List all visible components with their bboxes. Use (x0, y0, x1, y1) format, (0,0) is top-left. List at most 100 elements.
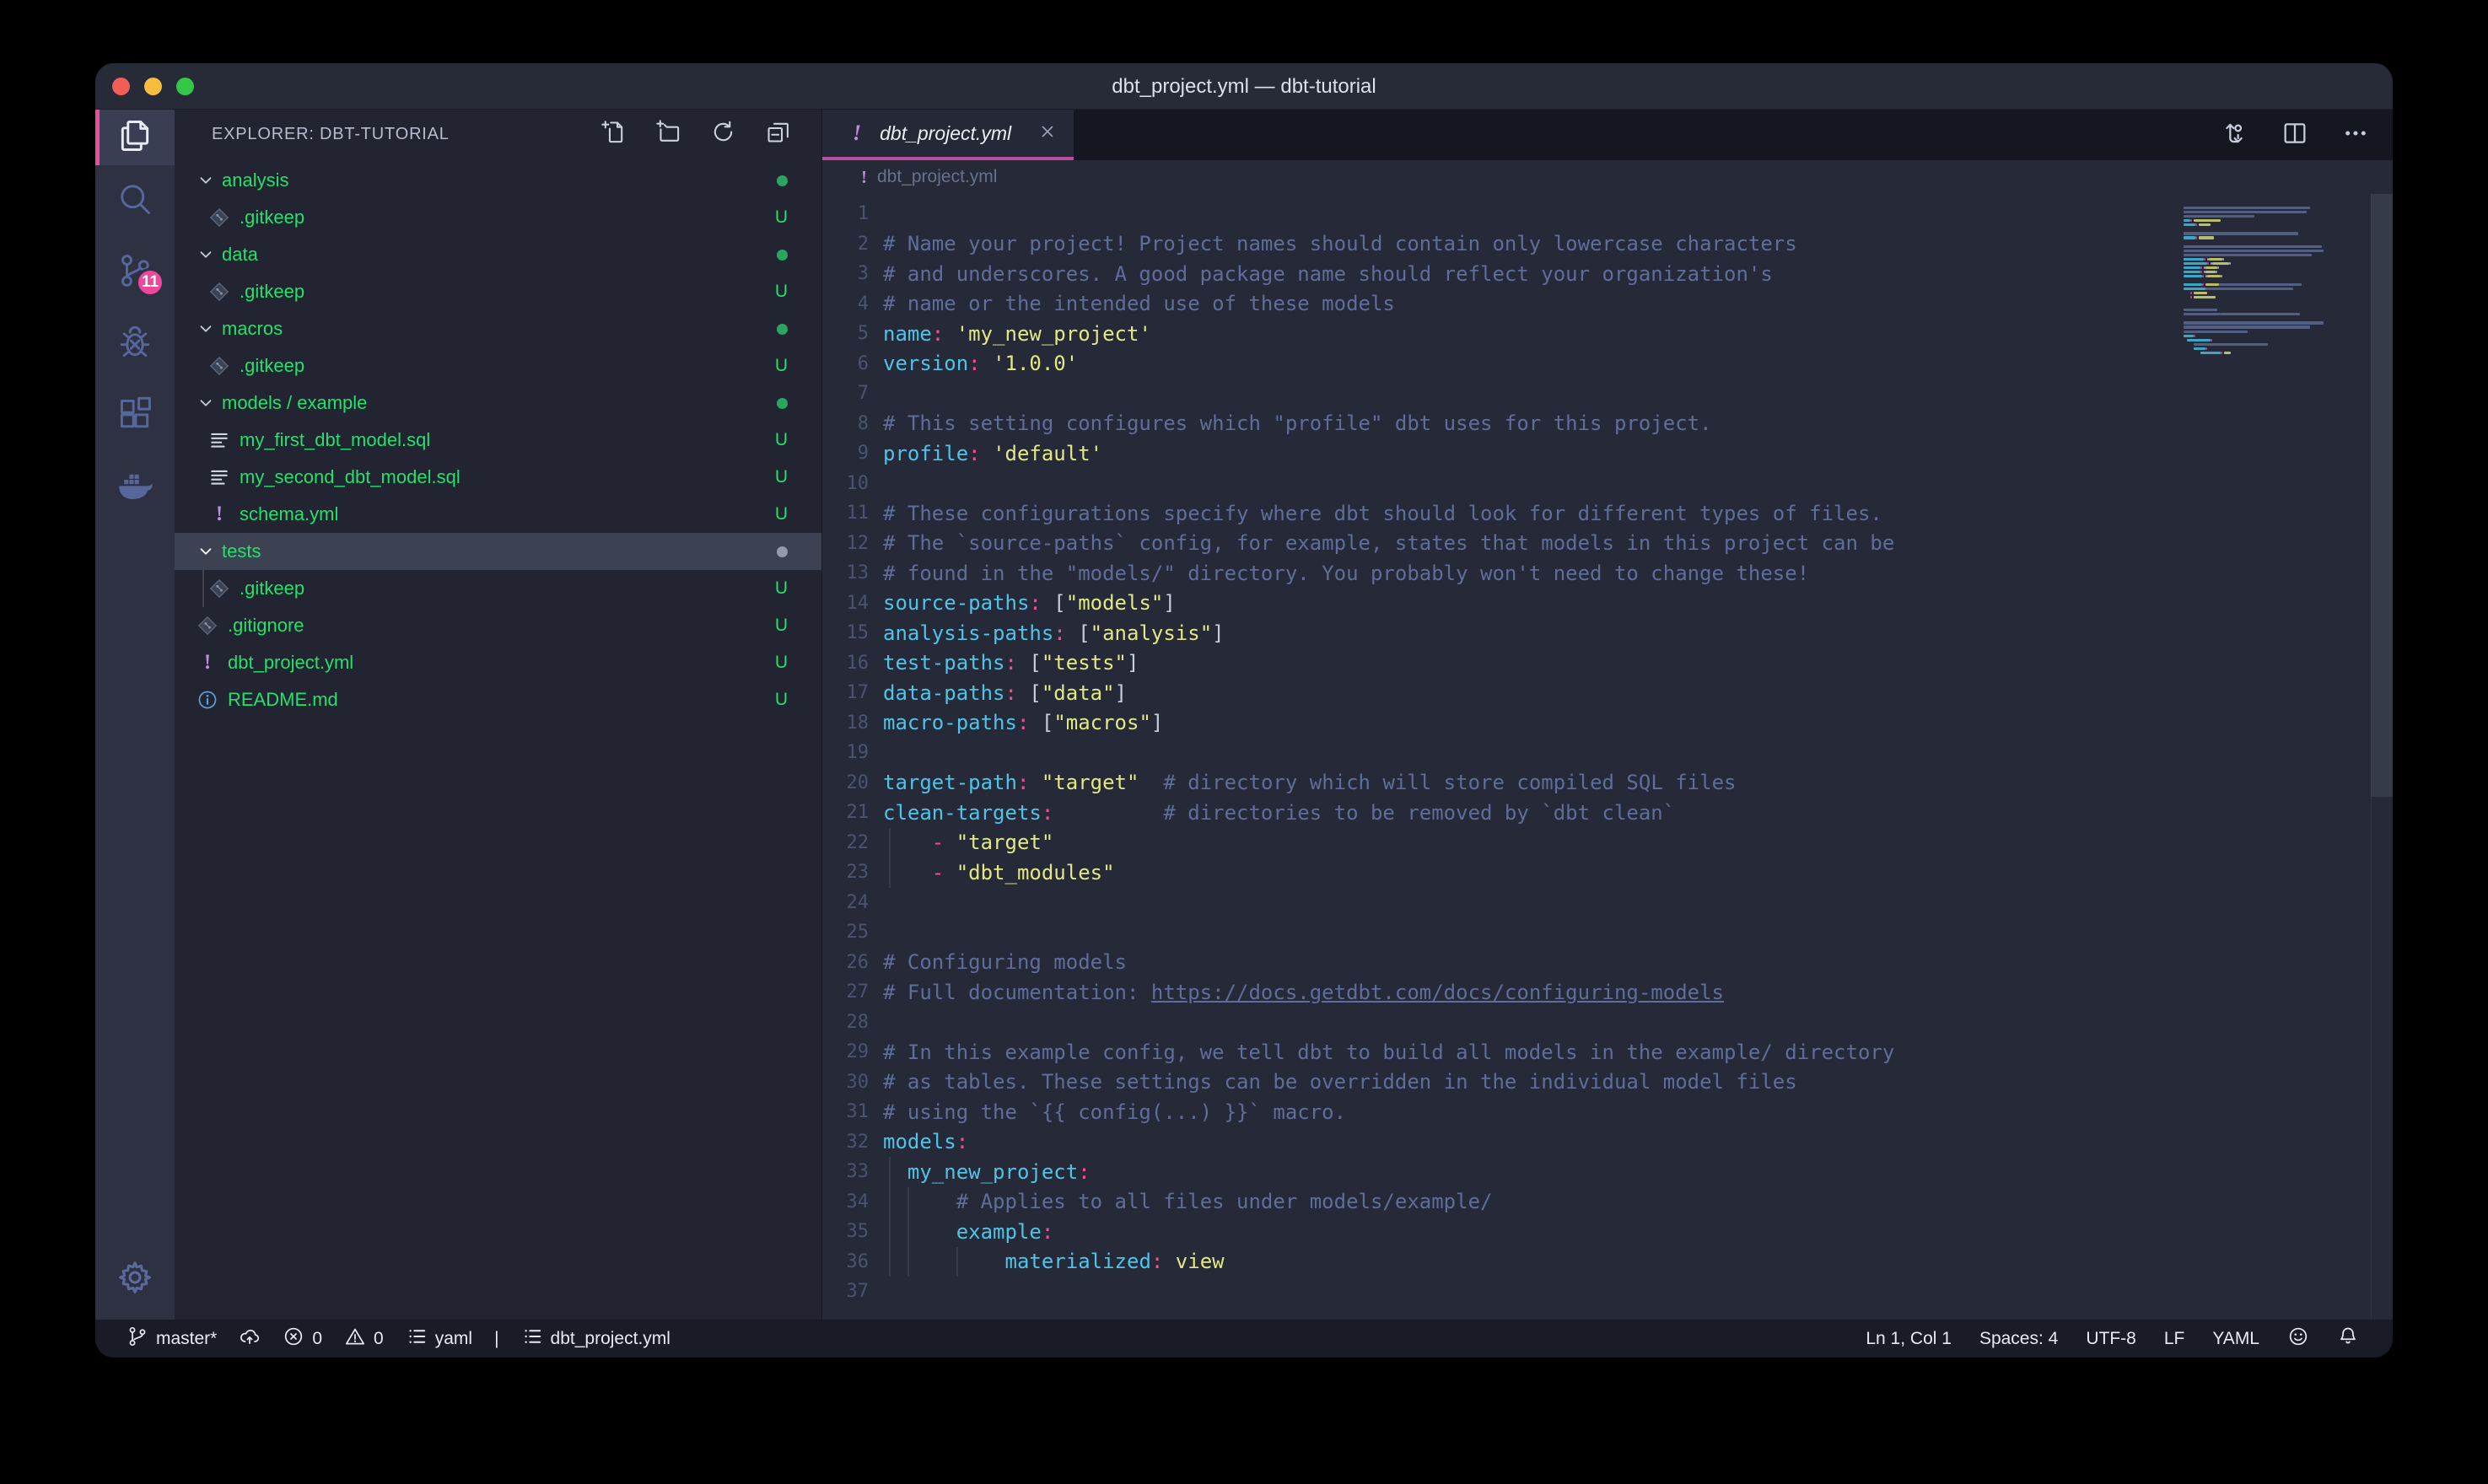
activitybar-item-docker[interactable] (95, 452, 175, 524)
chevron-down-icon (197, 171, 215, 190)
status-dbt-project-yml[interactable]: dbt_project.yml (521, 1325, 670, 1352)
line-number: 30 (822, 1072, 869, 1093)
tree-item--gitignore[interactable]: .gitignoreU (175, 607, 821, 644)
tree-item-schema-yml[interactable]: !schema.ymlU (175, 496, 821, 533)
tree-item--gitkeep[interactable]: .gitkeepU (175, 570, 821, 607)
status-0[interactable]: 0 (283, 1325, 322, 1352)
line-number: 7 (822, 383, 869, 404)
line-number: 3 (822, 263, 869, 284)
yaml-warning-icon: ! (208, 503, 230, 525)
chevron-down-icon (197, 394, 215, 412)
status-yaml[interactable]: yaml (406, 1325, 472, 1352)
status-master[interactable]: master* (127, 1325, 217, 1352)
refresh-icon[interactable] (710, 119, 736, 149)
activitybar-item-source-control[interactable]: 11 (95, 237, 175, 309)
code-editor[interactable]: 1 2# Name your project! Project names sho… (822, 194, 2393, 1320)
tree-item-my-second-dbt-model-sql[interactable]: my_second_dbt_model.sqlU (175, 459, 821, 496)
bell-icon (2337, 1325, 2359, 1352)
status-label: yaml (435, 1329, 472, 1349)
activitybar-item-extensions[interactable] (95, 380, 175, 452)
new-folder-icon[interactable] (655, 119, 681, 149)
code-line-3: 3# and underscores. A good package name … (822, 259, 2393, 289)
line-number: 6 (822, 353, 869, 374)
breadcrumb[interactable]: ! dbt_project.yml (822, 160, 2393, 194)
status-lf[interactable]: LF (2164, 1329, 2185, 1349)
title-bar: dbt_project.yml — dbt-tutorial (95, 63, 2393, 110)
line-number: 23 (822, 862, 869, 883)
tree-item-label: analysis (222, 169, 288, 191)
tab-dbt-project-yml[interactable]: ! dbt_project.yml (822, 110, 1074, 160)
tree-item--gitkeep[interactable]: .gitkeepU (175, 273, 821, 310)
indent-guide (889, 828, 891, 888)
status-label: | (494, 1329, 498, 1349)
activitybar-item-debug[interactable] (95, 309, 175, 380)
collapse-all-icon[interactable] (765, 119, 791, 149)
yaml-warning-icon: ! (861, 167, 867, 188)
activitybar-item-search[interactable] (95, 165, 175, 237)
tree-item-label: my_second_dbt_model.sql (240, 466, 460, 488)
doc-link[interactable]: https://docs.getdbt.com/docs/configuring… (1151, 981, 1724, 1004)
tree-item-dbt-project-yml[interactable]: !dbt_project.ymlU (175, 644, 821, 681)
line-number: 33 (822, 1161, 869, 1182)
status-bell[interactable] (2337, 1325, 2359, 1352)
code-line-25: 25 (822, 917, 2393, 948)
yaml-warning-icon: ! (197, 652, 218, 674)
smiley-icon (2287, 1325, 2309, 1352)
tree-item--gitkeep[interactable]: .gitkeepU (175, 347, 821, 384)
git-file-icon (208, 578, 230, 600)
explorer-sidebar: EXPLORER: DBT-TUTORIAL analysis .gitkeepU… (175, 110, 822, 1320)
code-line-18: 18macro-paths: ["macros"] (822, 708, 2393, 739)
code-line-2: 2# Name your project! Project names shou… (822, 229, 2393, 260)
git-status-badge: U (775, 690, 788, 710)
tree-item-analysis[interactable]: analysis (175, 162, 821, 199)
tree-item--gitkeep[interactable]: .gitkeepU (175, 199, 821, 236)
tree-item-macros[interactable]: macros (175, 310, 821, 347)
code-line-36: 36 materialized: view (822, 1247, 2393, 1277)
code-line-27: 27# Full documentation: https://docs.get… (822, 977, 2393, 1008)
tree-item-my-first-dbt-model-sql[interactable]: my_first_dbt_model.sqlU (175, 422, 821, 459)
tree-item-data[interactable]: data (175, 236, 821, 273)
search-icon (116, 180, 153, 222)
line-number: 4 (822, 293, 869, 315)
code-lines: 1 2# Name your project! Project names sho… (822, 194, 2393, 1307)
code-line-26: 26# Configuring models (822, 948, 2393, 978)
activitybar-item-settings[interactable] (95, 1258, 175, 1301)
status-label: 0 (374, 1329, 384, 1349)
status-cloud-upload[interactable] (239, 1325, 261, 1352)
open-changes-icon[interactable] (2221, 120, 2248, 151)
git-file-icon (208, 355, 230, 377)
status-smiley[interactable] (2287, 1325, 2309, 1352)
git-status-badge: U (775, 430, 788, 450)
status-ln-1-col-1[interactable]: Ln 1, Col 1 (1866, 1329, 1952, 1349)
breadcrumb-file-label: dbt_project.yml (877, 167, 997, 187)
scrollbar-slider[interactable] (2371, 194, 2393, 797)
tree-item-models-example[interactable]: models / example (175, 384, 821, 422)
close-tab-icon[interactable] (1038, 122, 1057, 145)
split-editor-icon[interactable] (2281, 120, 2308, 151)
status-bar-left: master* 0 0 yaml | dbt_project.yml (127, 1325, 1866, 1352)
tree-item-tests[interactable]: tests (175, 533, 821, 570)
line-number: 13 (822, 562, 869, 583)
activitybar-item-explorer[interactable] (95, 110, 175, 165)
status-spaces-4[interactable]: Spaces: 4 (1979, 1329, 2058, 1349)
status-utf-8[interactable]: UTF-8 (2086, 1329, 2136, 1349)
file-tree: analysis.gitkeepUdata.gitkeepUmacros.git… (175, 159, 821, 1320)
status-label: dbt_project.yml (551, 1329, 670, 1349)
tree-item-label: README.md (228, 689, 338, 711)
more-actions-icon[interactable] (2342, 120, 2369, 151)
status-0[interactable]: 0 (344, 1325, 384, 1352)
tree-item-label: .gitignore (228, 615, 304, 637)
tree-item-readme-md[interactable]: README.md U (175, 681, 821, 718)
code-line-28: 28 (822, 1008, 2393, 1038)
editor-scrollbar[interactable] (2371, 194, 2393, 1320)
activity-bar: 11 (95, 110, 175, 1320)
git-file-icon (208, 207, 230, 229)
gear-icon (116, 1258, 154, 1301)
line-number: 1 (822, 203, 869, 224)
line-number: 29 (822, 1041, 869, 1062)
new-file-icon[interactable] (600, 119, 627, 149)
explorer-icon (116, 117, 153, 159)
explorer-header: EXPLORER: DBT-TUTORIAL (175, 110, 821, 159)
status-yaml[interactable]: YAML (2212, 1329, 2259, 1349)
indent-guide (202, 570, 204, 607)
